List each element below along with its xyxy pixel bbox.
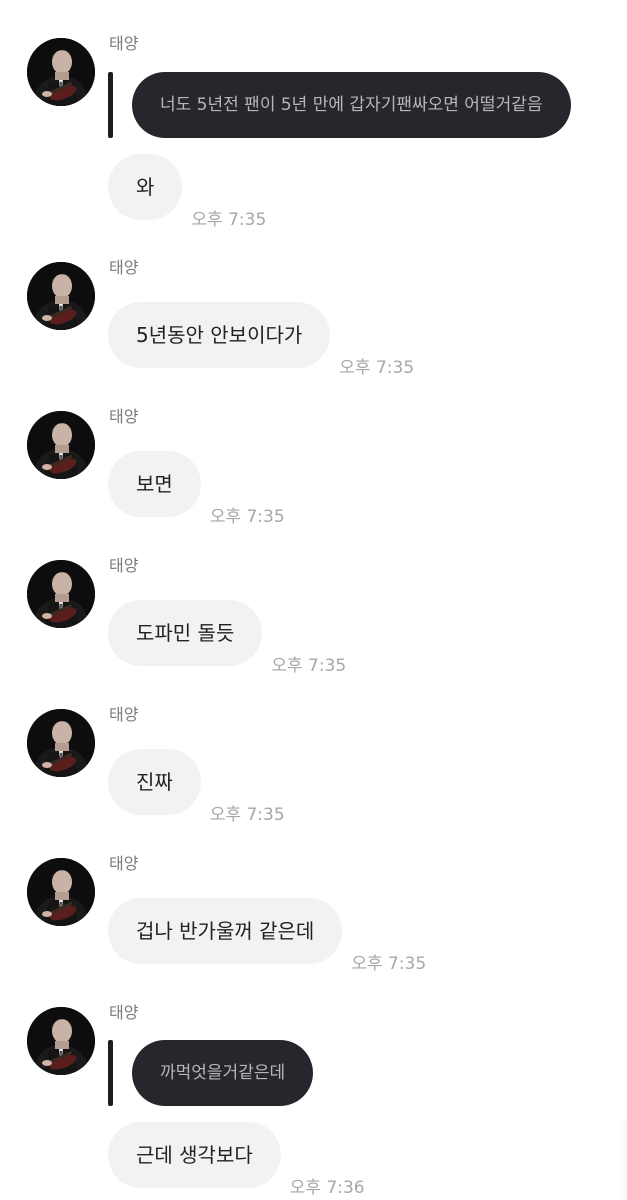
avatar[interactable] [27, 858, 95, 926]
profile-photo [27, 858, 95, 926]
chat-thread: 태양 너도 5년전 팬이 5년 만에 갑자기팬싸오면 어떨거같음 와 오후 7:… [0, 0, 627, 1200]
message-row: 겁나 반가울꺼 같은데 오후 7:35 [108, 898, 426, 974]
message-bubble[interactable]: 도파민 돌듯 [108, 600, 263, 666]
message-timestamp: 오후 7:36 [289, 1178, 365, 1198]
message-row: 5년동안 안보이다가 오후 7:35 [108, 302, 414, 378]
profile-photo [27, 411, 95, 479]
sender-name[interactable]: 태양 [109, 556, 138, 576]
avatar[interactable] [27, 411, 95, 479]
message-timestamp: 오후 7:35 [351, 954, 427, 974]
sender-name[interactable]: 태양 [109, 34, 138, 54]
message-timestamp: 오후 7:35 [209, 507, 285, 527]
avatar[interactable] [27, 262, 95, 330]
sender-name[interactable]: 태양 [109, 258, 138, 278]
quote-bar [108, 1040, 113, 1106]
sender-name[interactable]: 태양 [109, 705, 138, 725]
message-bubble[interactable]: 겁나 반가울꺼 같은데 [108, 898, 343, 964]
quoted-message[interactable]: 너도 5년전 팬이 5년 만에 갑자기팬싸오면 어떨거같음 [132, 72, 571, 138]
message-bubble[interactable]: 5년동안 안보이다가 [108, 302, 331, 368]
avatar[interactable] [27, 709, 95, 777]
scroll-edge [617, 1120, 627, 1200]
message-timestamp: 오후 7:35 [339, 358, 415, 378]
quote-bar [108, 72, 113, 138]
quoted-message[interactable]: 까먹엇을거같은데 [132, 1040, 314, 1106]
sender-name[interactable]: 태양 [109, 1003, 138, 1023]
message-row: 근데 생각보다 오후 7:36 [108, 1122, 365, 1198]
profile-photo [27, 262, 95, 330]
profile-photo [27, 709, 95, 777]
avatar[interactable] [27, 560, 95, 628]
message-timestamp: 오후 7:35 [271, 656, 347, 676]
avatar[interactable] [27, 1007, 95, 1075]
profile-photo [27, 38, 95, 106]
avatar[interactable] [27, 38, 95, 106]
message-row: 와 오후 7:35 [108, 154, 266, 230]
message-row: 보면 오후 7:35 [108, 451, 285, 527]
message-bubble[interactable]: 와 [108, 154, 183, 220]
message-row: 진짜 오후 7:35 [108, 749, 285, 825]
message-timestamp: 오후 7:35 [209, 805, 285, 825]
sender-name[interactable]: 태양 [109, 854, 138, 874]
message-bubble[interactable]: 근데 생각보다 [108, 1122, 281, 1188]
message-bubble[interactable]: 진짜 [108, 749, 201, 815]
message-row: 도파민 돌듯 오후 7:35 [108, 600, 346, 676]
message-bubble[interactable]: 보면 [108, 451, 201, 517]
profile-photo [27, 560, 95, 628]
message-timestamp: 오후 7:35 [191, 210, 267, 230]
profile-photo [27, 1007, 95, 1075]
sender-name[interactable]: 태양 [109, 407, 138, 427]
